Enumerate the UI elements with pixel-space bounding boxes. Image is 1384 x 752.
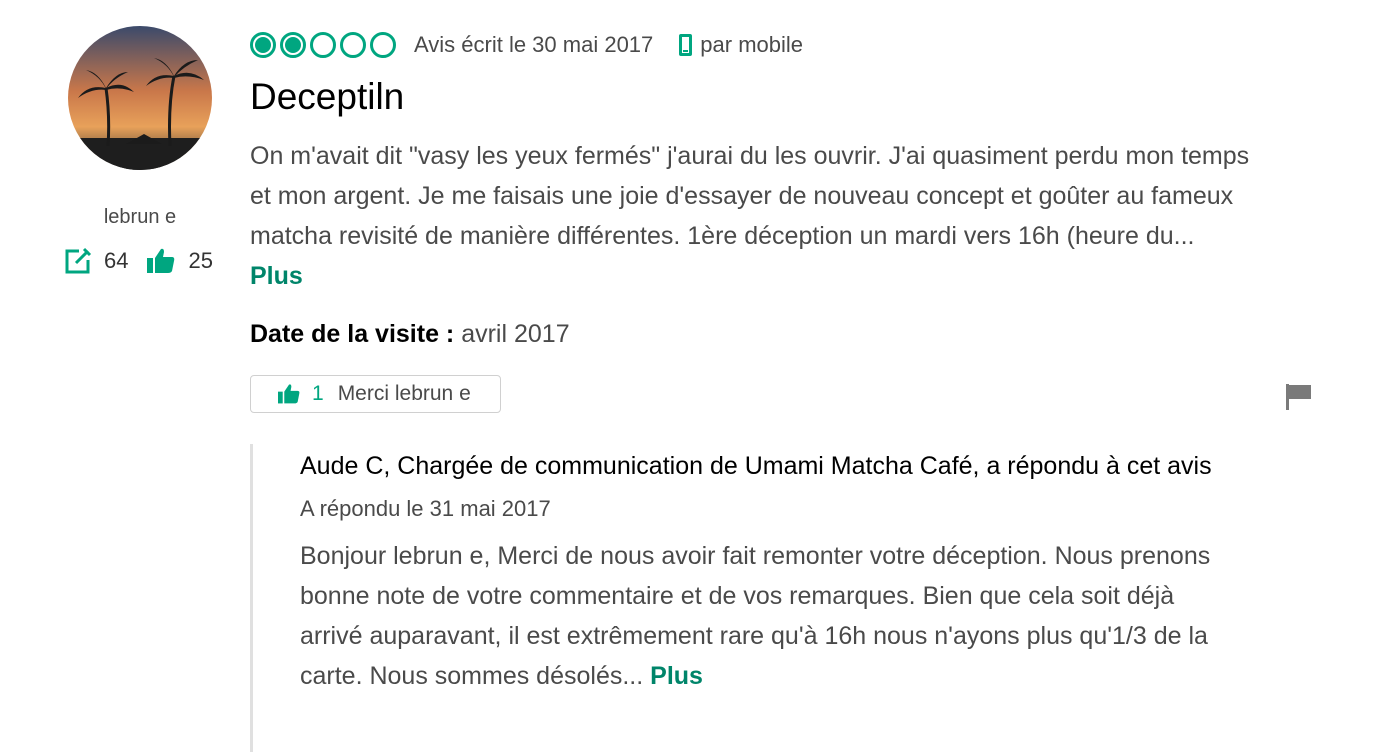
response-date: A répondu le 31 mai 2017	[300, 496, 551, 521]
rating-bubbles	[250, 32, 400, 58]
review-title[interactable]: Deceptiln	[250, 76, 404, 118]
response-header: Aude C, Chargée de communication de Umam…	[300, 452, 1212, 480]
contributions-stat: 64	[64, 247, 128, 275]
review-meta: Avis écrit le 30 mai 2017 par mobile	[250, 28, 803, 62]
reviewer-name[interactable]: lebrun e	[40, 206, 240, 229]
avatar[interactable]	[68, 26, 212, 170]
review-more-link[interactable]: Plus	[250, 262, 303, 290]
rating-bubble	[280, 32, 306, 58]
visit-date: Date de la visite : avril 2017	[250, 316, 570, 352]
contributions-count: 64	[104, 248, 129, 273]
reviewer-stats: 64 25	[64, 244, 213, 278]
management-response: Aude C, Chargée de communication de Umam…	[250, 444, 1230, 752]
visit-date-value: avril 2017	[461, 320, 570, 348]
thanks-label: Merci lebrun e	[337, 382, 471, 405]
response-more-link[interactable]: Plus	[650, 662, 703, 690]
response-body: Bonjour lebrun e, Merci de nous avoir fa…	[300, 536, 1230, 696]
thanks-button[interactable]: 1 Merci lebrun e	[250, 375, 501, 413]
thumbs-up-icon	[278, 384, 300, 404]
mobile-indicator: par mobile	[679, 32, 803, 58]
review-date: Avis écrit le 30 mai 2017	[414, 32, 654, 57]
review-body: On m'avait dit "vasy les yeux fermés" j'…	[250, 136, 1250, 296]
response-excerpt: Bonjour lebrun e, Merci de nous avoir fa…	[300, 542, 1211, 690]
helpful-votes-count: 25	[188, 248, 213, 273]
rating-bubble	[310, 32, 336, 58]
rating-bubble	[250, 32, 276, 58]
contribution-edit-icon	[65, 247, 92, 274]
rating-bubble	[340, 32, 366, 58]
visit-date-label: Date de la visite :	[250, 320, 455, 348]
rating-bubble	[370, 32, 396, 58]
helpful-votes-stat: 25	[146, 247, 213, 275]
avatar-image	[68, 26, 212, 170]
report-flag-icon[interactable]	[1284, 382, 1314, 412]
mobile-label: par mobile	[700, 32, 803, 57]
review-excerpt: On m'avait dit "vasy les yeux fermés" j'…	[250, 142, 1250, 250]
mobile-phone-icon	[679, 34, 693, 56]
thumbs-up-icon	[147, 248, 175, 273]
thanks-count: 1	[312, 382, 324, 405]
